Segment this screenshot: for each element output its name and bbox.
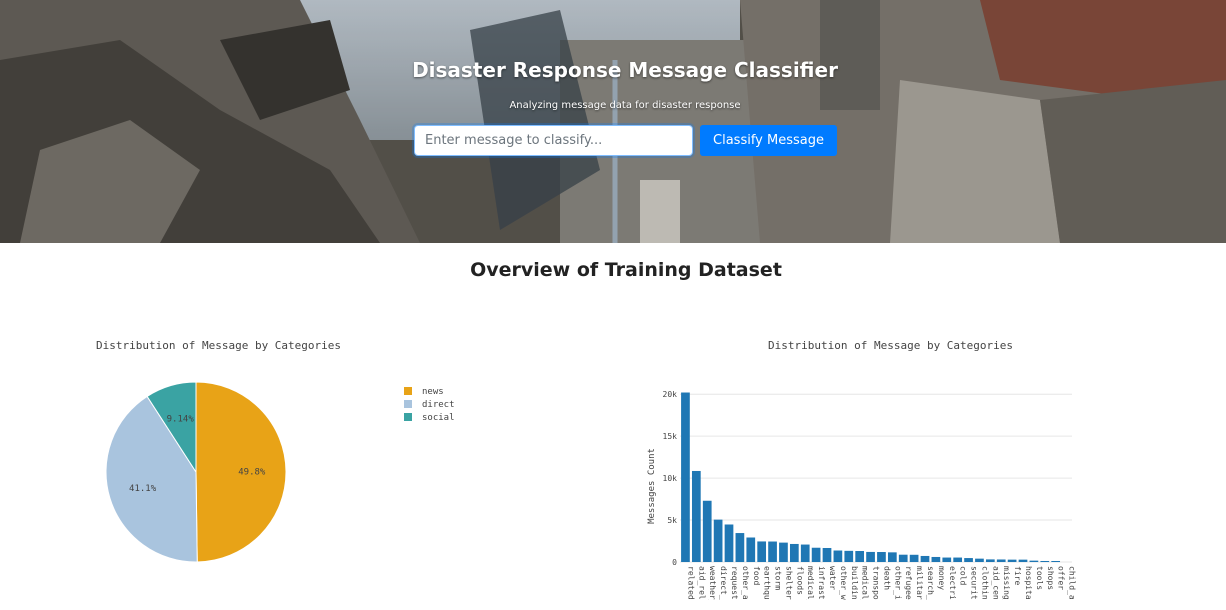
- x-tick-label: floods: [795, 566, 804, 595]
- bar-clothing: [975, 558, 984, 562]
- x-tick-label: tools: [1035, 566, 1044, 590]
- x-tick-label: hospitals: [1024, 566, 1033, 600]
- bar-fire: [1018, 559, 1028, 562]
- bar-offer: [1051, 560, 1061, 562]
- bar-water: [822, 547, 832, 562]
- legend-swatch-news[interactable]: [404, 387, 412, 395]
- x-tick-label: infrastruct: [817, 566, 826, 600]
- x-tick-label: other_aid: [741, 566, 750, 600]
- y-axis-label: Messages Count: [647, 448, 657, 524]
- x-tick-label: earthquak: [763, 566, 772, 600]
- x-tick-label: death: [882, 566, 891, 590]
- bar-earthquake: [757, 541, 767, 562]
- x-tick-label: money: [937, 566, 946, 590]
- bar-search_and_rescue: [920, 555, 930, 562]
- x-tick-label: child_alon: [1068, 566, 1077, 600]
- x-tick-label: water: [828, 566, 837, 590]
- bar-shelter: [779, 542, 788, 562]
- bar-chart-title: Distribution of Message by Categories: [768, 339, 1014, 352]
- x-tick-label: missing_p: [1002, 566, 1011, 600]
- x-tick-label: aid_relate: [697, 566, 706, 600]
- bar-other_aid: [735, 533, 745, 562]
- bar-other_infrastructure: [887, 552, 897, 562]
- x-tick-label: aid_center: [991, 566, 1000, 600]
- bar-storm: [768, 541, 777, 562]
- x-tick-label: storm: [774, 566, 783, 590]
- bar-request: [724, 524, 734, 562]
- message-input[interactable]: [414, 125, 693, 156]
- x-tick-label: security: [970, 566, 979, 600]
- legend-swatch-social[interactable]: [404, 413, 412, 421]
- hero-banner: Disaster Response Message Classifier Ana…: [0, 0, 1226, 243]
- bar-security: [964, 558, 973, 562]
- legend-label-direct[interactable]: direct: [422, 400, 455, 410]
- bar-missing_people: [996, 559, 1006, 562]
- x-tick-label: search_an: [926, 566, 935, 600]
- x-tick-label: other_infra: [893, 566, 902, 600]
- bar-chart: 0 5k 10k 15k 20k Messages Count related aid_rel…: [647, 390, 1077, 600]
- pie-chart: 49.8% 41.1% 9.14% news direct social: [105, 381, 455, 563]
- y-tick-label: 5k: [667, 516, 677, 525]
- y-tick-label: 0: [672, 558, 677, 567]
- bar-aid_related: [691, 470, 701, 562]
- bar-hospitals: [1007, 559, 1017, 562]
- x-tick-label: medical_h: [806, 566, 815, 600]
- x-tick-label: other_wea: [839, 566, 848, 600]
- legend-swatch-direct[interactable]: [404, 400, 412, 408]
- bar-electricity: [942, 557, 952, 562]
- x-tick-label: clothing: [980, 566, 989, 600]
- x-tick-label: refugees: [904, 566, 913, 600]
- x-tick-label: shops: [1046, 566, 1055, 590]
- bar-transport: [866, 551, 875, 562]
- bar-cold: [953, 557, 963, 562]
- bar-floods: [789, 543, 799, 562]
- bar-medical_help: [800, 544, 810, 562]
- bar-military: [909, 554, 919, 562]
- classify-message-button[interactable]: Classify Message: [700, 125, 837, 156]
- bar-weather_related: [702, 500, 712, 562]
- x-tick-label: weather_r: [708, 566, 717, 600]
- y-tick-label: 10k: [663, 474, 678, 483]
- bar-medical_products: [855, 551, 865, 562]
- bar-death: [877, 552, 886, 562]
- page-title: Disaster Response Message Classifier: [412, 58, 838, 82]
- y-tick-label: 20k: [663, 390, 678, 399]
- x-tick-label: fire: [1013, 566, 1022, 585]
- x-tick-label: electricity: [948, 566, 957, 600]
- bar-infrastructure_related: [811, 547, 821, 562]
- bar-food: [746, 537, 756, 562]
- x-tick-label: medical_p: [861, 566, 870, 600]
- x-tick-label: transport: [872, 566, 881, 600]
- bar-shops: [1040, 560, 1050, 562]
- x-tick-label: related: [686, 566, 695, 600]
- section-title: Overview of Training Dataset: [470, 259, 782, 281]
- x-tick-label: offer: [1057, 566, 1066, 590]
- pie-value-label-social: 9.14%: [167, 414, 195, 424]
- hero-background-image: [0, 0, 1226, 243]
- pie-value-label-news: 49.8%: [238, 468, 266, 478]
- bar-refugees: [898, 554, 908, 562]
- bar-related: [681, 392, 690, 562]
- page-subtitle: Analyzing message data for disaster resp…: [509, 100, 741, 111]
- x-tick-label: buildings: [850, 566, 859, 600]
- bar-money: [931, 556, 941, 562]
- bar-other_weather: [833, 550, 843, 562]
- x-tick-label: request: [730, 566, 739, 600]
- x-tick-label: direct_rep: [719, 566, 728, 600]
- legend-label-news[interactable]: news: [422, 387, 444, 397]
- x-tick-label: food: [752, 566, 761, 585]
- bar-tools: [1029, 560, 1039, 562]
- x-tick-label: military: [915, 566, 924, 600]
- x-tick-label: cold: [959, 566, 968, 585]
- pie-chart-title: Distribution of Message by Categories: [96, 339, 342, 352]
- bar-aid_centers: [985, 559, 995, 562]
- bar-buildings: [844, 550, 854, 562]
- y-tick-label: 15k: [663, 432, 678, 441]
- x-tick-label: shelter: [784, 566, 793, 600]
- pie-value-label-direct: 41.1%: [129, 484, 157, 494]
- bar-direct_report: [713, 519, 723, 562]
- legend-label-social[interactable]: social: [422, 413, 455, 423]
